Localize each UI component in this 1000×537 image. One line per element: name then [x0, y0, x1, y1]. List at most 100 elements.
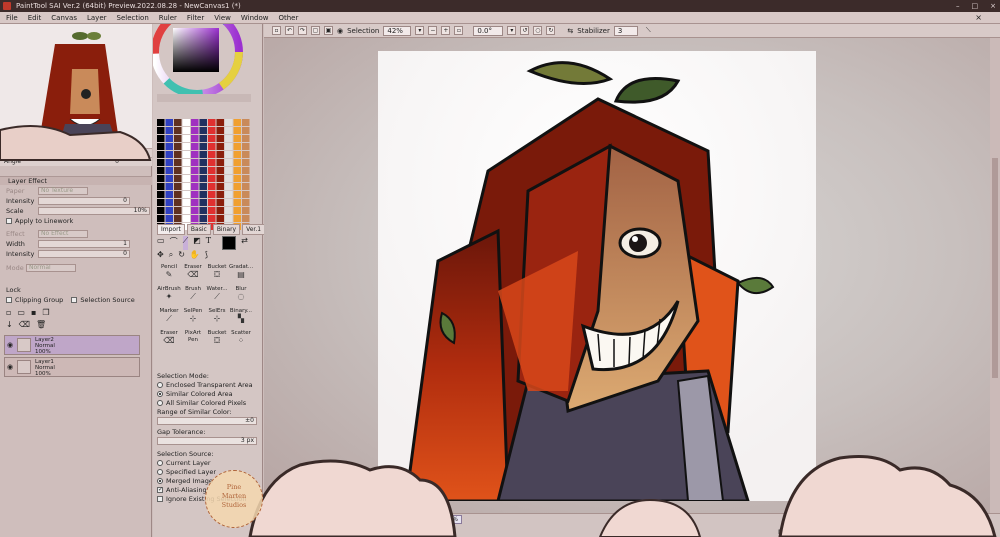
color-swatch[interactable]	[225, 199, 233, 206]
menu-window[interactable]: Window	[241, 14, 269, 22]
color-swatch[interactable]	[174, 135, 182, 142]
color-swatch[interactable]	[165, 119, 174, 126]
color-swatch[interactable]	[216, 167, 225, 174]
navigator[interactable]	[0, 24, 152, 148]
menu-layer[interactable]: Layer	[87, 14, 107, 22]
color-swatch[interactable]	[233, 167, 242, 174]
redo-icon[interactable]: ↷	[298, 26, 307, 35]
mode-option[interactable]: All Similar Colored Pixels	[157, 399, 261, 408]
navigator-angle-bar[interactable]: Angle 0°	[0, 157, 152, 166]
tool-selpen[interactable]: SelPen ⊹	[181, 308, 205, 328]
copy-layer-icon[interactable]: ❐	[42, 308, 49, 317]
color-swatch[interactable]	[199, 127, 208, 134]
color-swatch[interactable]	[199, 215, 208, 222]
rotation-field[interactable]: 0.0°	[473, 25, 504, 36]
color-swatch[interactable]	[233, 135, 242, 142]
color-swatch[interactable]	[174, 207, 182, 214]
color-swatch[interactable]	[242, 215, 250, 222]
color-swatch[interactable]	[174, 175, 182, 182]
tool-water[interactable]: Water... ⟋	[205, 286, 229, 306]
color-swatch[interactable]	[199, 143, 208, 150]
zoom-icon[interactable]: ⌕	[169, 250, 173, 260]
menu-ruler[interactable]: Ruler	[159, 14, 177, 22]
color-swatch[interactable]	[216, 191, 225, 198]
hand-icon[interactable]: ✋	[190, 250, 200, 260]
color-swatch[interactable]	[165, 199, 174, 206]
menu-edit[interactable]: Edit	[28, 14, 42, 22]
color-swatch[interactable]	[182, 119, 191, 126]
color-swatch[interactable]	[208, 151, 216, 158]
color-swatch[interactable]	[157, 135, 165, 142]
color-swatch[interactable]	[199, 167, 208, 174]
color-swatch[interactable]	[199, 135, 208, 142]
radio-merged-image[interactable]	[157, 478, 163, 484]
hsv-slider[interactable]	[157, 94, 251, 102]
color-swatch[interactable]	[233, 159, 242, 166]
eyedropper-icon[interactable]: ⟆	[205, 250, 208, 260]
color-swatch[interactable]	[182, 207, 191, 214]
tab-import[interactable]: Import	[157, 224, 185, 235]
color-swatch[interactable]	[182, 167, 191, 174]
color-swatch[interactable]	[208, 199, 216, 206]
color-swatch[interactable]	[157, 159, 165, 166]
color-swatch[interactable]	[208, 207, 216, 214]
invert-selection-icon[interactable]: ▣	[324, 26, 333, 35]
color-swatch[interactable]	[225, 167, 233, 174]
clipping-group-checkbox[interactable]	[6, 297, 12, 303]
color-swatch[interactable]	[191, 199, 199, 206]
close-canvas-icon[interactable]: ×	[975, 13, 982, 22]
color-swatch[interactable]	[165, 159, 174, 166]
color-swatch[interactable]	[199, 199, 208, 206]
layer-item[interactable]: ◉ Layer2 Normal 100%	[4, 335, 140, 355]
color-swatch[interactable]	[225, 159, 233, 166]
deselect-icon[interactable]: ▢	[311, 26, 320, 35]
color-swatch[interactable]	[191, 215, 199, 222]
tab-binary[interactable]: Binary	[212, 224, 241, 235]
color-swatch[interactable]	[216, 159, 225, 166]
color-swatch[interactable]	[182, 175, 191, 182]
menu-view[interactable]: View	[214, 14, 231, 22]
layer-mask-icon[interactable]: ▪	[31, 308, 36, 317]
rotate-reset-icon[interactable]: ○	[533, 26, 543, 35]
color-swatch[interactable]	[157, 119, 165, 126]
color-swatch[interactable]	[174, 127, 182, 134]
color-swatch[interactable]	[242, 151, 250, 158]
color-swatch[interactable]	[182, 151, 191, 158]
color-swatch[interactable]	[157, 215, 165, 222]
tool-bucket[interactable]: Bucket ⛋	[205, 264, 229, 284]
color-swatch[interactable]	[157, 175, 165, 182]
mode-option[interactable]: Similar Colored Area	[157, 390, 261, 399]
color-swatch[interactable]	[182, 215, 191, 222]
color-swatch[interactable]	[182, 183, 191, 190]
tool-pencil[interactable]: Pencil ✎	[157, 264, 181, 284]
color-swatch[interactable]	[216, 215, 225, 222]
color-swatch[interactable]	[199, 207, 208, 214]
paper-dropdown[interactable]: No Texture	[38, 187, 88, 195]
zoom-reset-icon[interactable]: ▫	[454, 26, 464, 35]
color-swatch[interactable]	[216, 207, 225, 214]
color-swatch[interactable]	[208, 143, 216, 150]
color-swatch[interactable]	[233, 143, 242, 150]
color-swatch[interactable]	[242, 119, 250, 126]
color-swatch[interactable]	[174, 143, 182, 150]
color-swatch[interactable]	[225, 151, 233, 158]
tool-scatter[interactable]: Scatter ⁘	[229, 330, 253, 350]
color-swatch[interactable]	[199, 183, 208, 190]
layer-item[interactable]: ◉ Layer1 Normal 100%	[4, 357, 140, 377]
zoom-down-icon[interactable]: ▾	[415, 26, 425, 35]
menu-other[interactable]: Other	[278, 14, 298, 22]
color-swatch[interactable]	[233, 215, 242, 222]
artboard[interactable]	[378, 51, 816, 501]
color-swatch[interactable]	[242, 199, 250, 206]
color-swatch[interactable]	[165, 183, 174, 190]
tool-eraser-2[interactable]: Eraser ⌫	[157, 330, 181, 350]
color-swatch[interactable]	[208, 191, 216, 198]
color-swatch[interactable]	[174, 159, 182, 166]
selection-source-checkbox[interactable]	[71, 297, 78, 303]
menu-filter[interactable]: Filter	[187, 14, 204, 22]
zoom-field[interactable]: 42%	[383, 25, 412, 36]
color-swatch[interactable]	[225, 207, 233, 214]
color-swatch[interactable]	[208, 215, 216, 222]
tool-pixart-pen[interactable]: PixArt Pen	[181, 330, 205, 350]
undo-icon[interactable]: ↶	[285, 26, 294, 35]
